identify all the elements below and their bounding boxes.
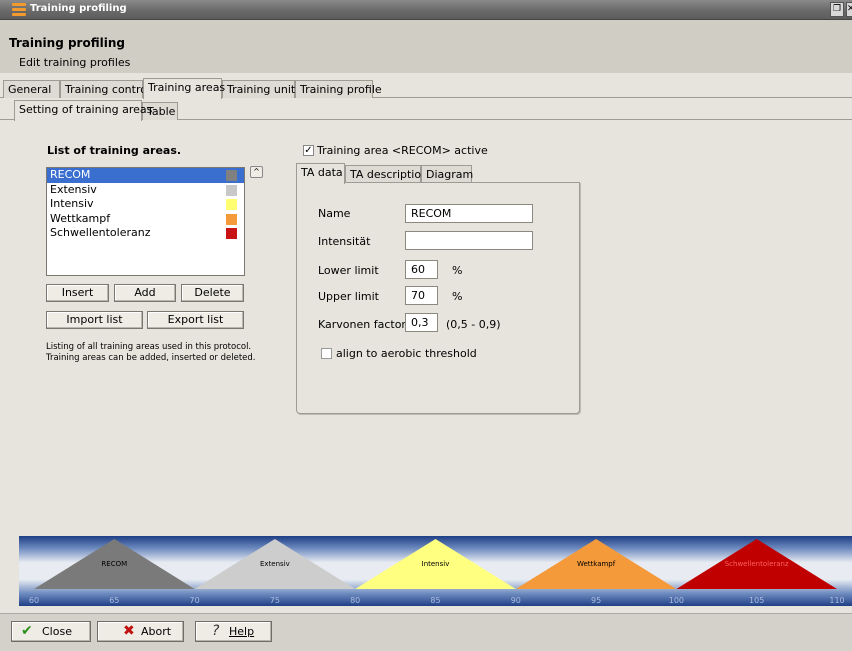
active-checkbox[interactable]: ✓ — [303, 145, 314, 156]
add-button[interactable]: Add — [114, 284, 176, 302]
tab-training-profile[interactable]: Training profile — [295, 80, 382, 98]
align-checkbox[interactable] — [321, 348, 332, 359]
tab-ta-description[interactable]: TA description — [345, 165, 428, 183]
tick-label: 85 — [430, 596, 440, 605]
abort-button-label: Abort — [141, 625, 172, 638]
list-item[interactable]: RECOM — [47, 168, 244, 183]
zone-label: RECOM — [101, 560, 127, 568]
tick-label: 90 — [511, 596, 521, 605]
name-label: Name — [318, 207, 351, 220]
help-button[interactable]: ? Help — [195, 621, 272, 642]
import-list-button[interactable]: Import list — [46, 311, 143, 329]
intensity-field[interactable] — [405, 231, 533, 250]
active-checkbox-label: Training area <RECOM> active — [317, 144, 488, 157]
close-icon[interactable]: ✕ — [846, 2, 852, 17]
page-subtitle: Edit training profiles — [19, 56, 131, 69]
upper-limit-field[interactable]: 70 — [405, 286, 438, 305]
x-icon: ✖ — [123, 623, 135, 639]
zone-label: Wettkampf — [577, 560, 616, 568]
list-item-label: Schwellentoleranz — [50, 226, 151, 239]
list-item[interactable]: Intensiv — [47, 197, 244, 212]
list-item-label: RECOM — [50, 168, 91, 181]
tick-label: 70 — [190, 596, 200, 605]
color-swatch — [226, 228, 237, 239]
tab-training-control[interactable]: Training control — [60, 80, 150, 98]
help-text: Listing of all training areas used in th… — [46, 342, 256, 363]
tick-label: 75 — [270, 596, 280, 605]
list-item[interactable]: Schwellentoleranz — [47, 226, 244, 241]
lower-limit-label: Lower limit — [318, 264, 379, 277]
upper-limit-label: Upper limit — [318, 290, 379, 303]
list-item-label: Extensiv — [50, 182, 97, 196]
main-tab-bar: General Training control Training areas … — [0, 78, 852, 99]
tab-ta-data[interactable]: TA data — [296, 163, 345, 184]
question-icon: ? — [212, 623, 220, 639]
tick-label: 110 — [829, 596, 844, 605]
lower-limit-field[interactable]: 60 — [405, 260, 438, 279]
intensity-label: Intensität — [318, 235, 371, 248]
ta-tab-bar: TA data TA description Diagram — [296, 163, 581, 184]
window-title: Training profiling — [30, 3, 127, 14]
page-title: Training profiling — [9, 36, 125, 50]
karvonen-label: Karvonen factor — [318, 318, 406, 331]
close-button[interactable]: ✔ Close — [11, 621, 91, 642]
tick-label: 80 — [350, 596, 360, 605]
tick-label: 95 — [591, 596, 601, 605]
menu-icon[interactable] — [12, 3, 26, 17]
tick-label: 100 — [669, 596, 684, 605]
insert-button[interactable]: Insert — [46, 284, 109, 302]
color-swatch — [226, 184, 237, 196]
list-item-label: Intensiv — [50, 197, 94, 210]
karvonen-field[interactable]: 0,3 — [405, 313, 438, 332]
zone-label: Schwellentoleranz — [725, 560, 789, 568]
upper-limit-unit: % — [452, 290, 463, 303]
color-swatch — [226, 213, 237, 225]
karvonen-range: (0,5 - 0,9) — [446, 318, 501, 331]
tab-setting-of-training-areas[interactable]: Setting of training areas — [14, 100, 152, 121]
restore-icon[interactable]: ❐ — [830, 2, 844, 17]
zone-label: Intensiv — [422, 560, 450, 568]
list-item[interactable]: Extensiv — [47, 183, 244, 198]
list-item-label: Wettkampf — [50, 211, 111, 225]
tick-label: 60 — [29, 596, 39, 605]
list-title: List of training areas. — [47, 144, 182, 157]
tick-label: 105 — [749, 596, 764, 605]
close-button-label: Close — [42, 625, 72, 638]
align-checkbox-label: align to aerobic threshold — [336, 347, 477, 360]
name-field[interactable]: RECOM — [405, 204, 533, 223]
color-swatch — [226, 170, 237, 181]
zone-label: Extensiv — [260, 560, 290, 568]
training-areas-list[interactable]: RECOM Extensiv Intensiv Wettkampf Schwel… — [46, 167, 245, 276]
tick-label: 65 — [109, 596, 119, 605]
color-swatch — [226, 199, 237, 210]
window-titlebar: Training profiling ❐ ✕ — [0, 0, 852, 20]
zone-chart: RECOM Extensiv Intensiv Wettkampf Schwellent… — [19, 536, 852, 606]
checkmark-icon: ✔ — [21, 623, 33, 639]
sort-up-icon[interactable]: ^ — [250, 166, 263, 178]
abort-button[interactable]: ✖ Abort — [97, 621, 184, 642]
page-header: Training profiling Edit training profile… — [0, 20, 852, 73]
list-item[interactable]: Wettkampf — [47, 212, 244, 227]
tab-diagram[interactable]: Diagram — [421, 165, 473, 183]
tab-training-units[interactable]: Training units — [222, 80, 301, 98]
tab-general[interactable]: General — [3, 80, 60, 98]
lower-limit-unit: % — [452, 264, 463, 277]
delete-button[interactable]: Delete — [181, 284, 244, 302]
tab-training-areas[interactable]: Training areas — [143, 78, 225, 99]
help-button-label: Help — [229, 625, 255, 638]
export-list-button[interactable]: Export list — [147, 311, 244, 329]
sub-tab-bar: Setting of training areas Table — [0, 100, 852, 121]
